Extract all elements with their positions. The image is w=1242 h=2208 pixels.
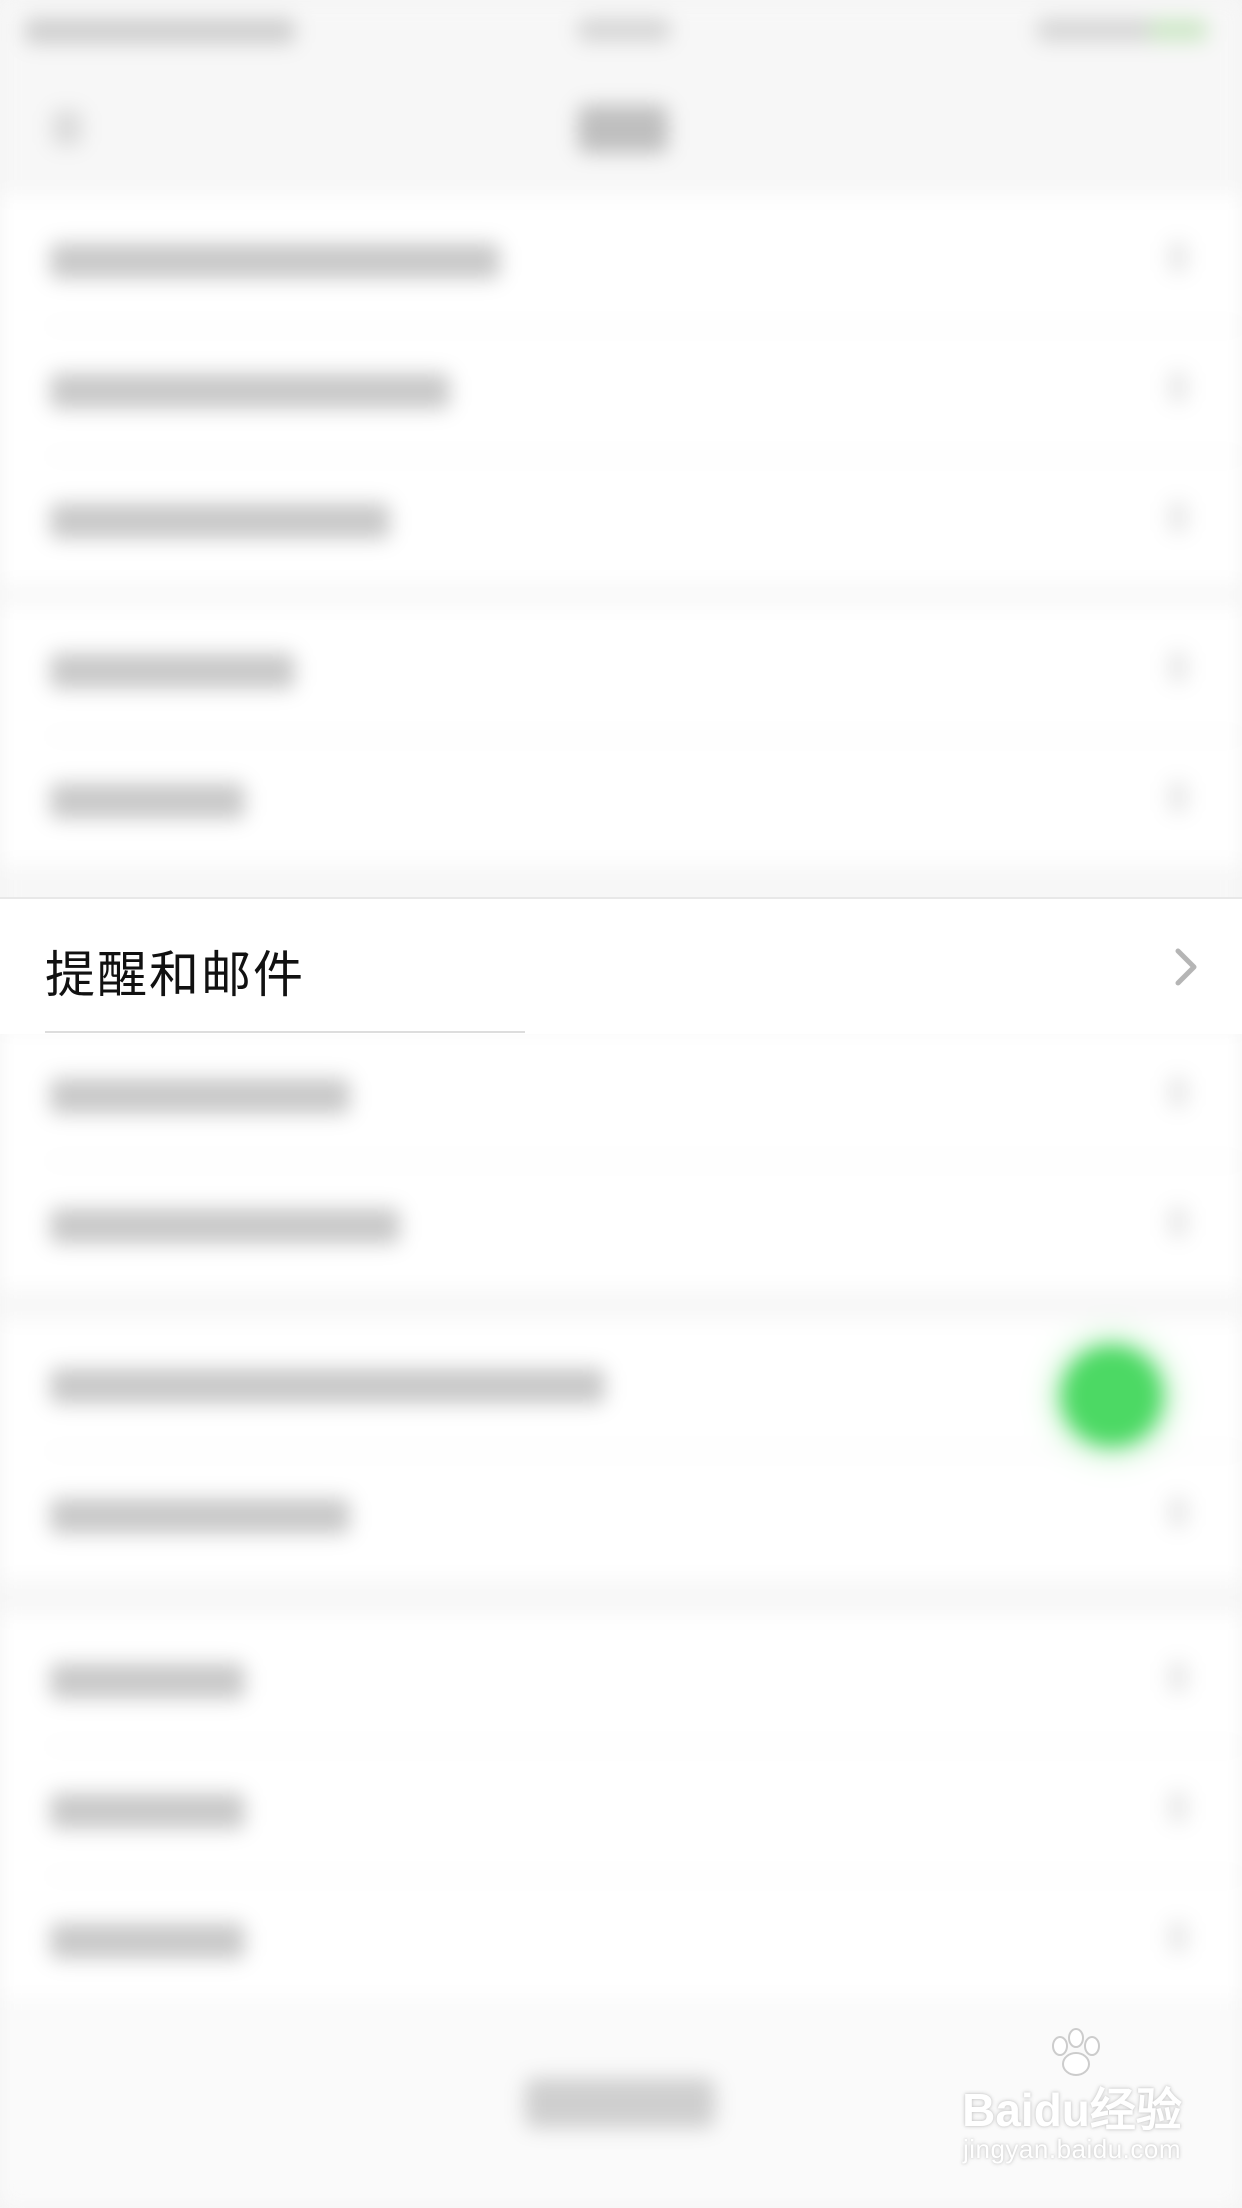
- battery-icon: [1149, 18, 1207, 42]
- paw-icon: [1046, 2028, 1106, 2078]
- chevron-right-icon: [1169, 1076, 1187, 1108]
- chevron-right-icon: [1169, 501, 1187, 533]
- baidu-jingyan-watermark: Baidu经验 jingyan.baidu.com: [952, 2028, 1192, 2178]
- watermark-logo-text: Baidu经验: [962, 2084, 1182, 2136]
- settings-row-reminders-and-mail[interactable]: 提醒和邮件: [0, 897, 1242, 1034]
- row-label: [50, 1368, 605, 1404]
- row-label: [50, 783, 245, 819]
- row-label: [50, 1498, 350, 1534]
- settings-group-4: [0, 1320, 1242, 1580]
- settings-row[interactable]: [0, 1875, 1242, 2005]
- row-label: [50, 243, 500, 279]
- chevron-right-icon: [1169, 241, 1187, 273]
- back-icon[interactable]: [52, 110, 82, 146]
- status-carrier: [25, 18, 295, 44]
- settings-row[interactable]: [0, 605, 1242, 735]
- settings-row[interactable]: [0, 735, 1242, 865]
- row-label: [50, 1078, 350, 1114]
- chevron-right-icon: [1169, 781, 1187, 813]
- row-label: [50, 373, 450, 409]
- settings-screen: 提醒和邮件 Baidu经验 jingyan.baidu.com: [0, 0, 1242, 2208]
- watermark-url: jingyan.baidu.com: [962, 2134, 1182, 2164]
- settings-group-1: [0, 195, 1242, 585]
- chevron-right-icon: [1169, 1496, 1187, 1528]
- chevron-right-icon: [1169, 651, 1187, 683]
- settings-group-3: [0, 1030, 1242, 1290]
- row-divider: [45, 1031, 525, 1033]
- settings-group-5: [0, 1615, 1242, 2005]
- row-label: [50, 1923, 245, 1959]
- settings-row[interactable]: [0, 325, 1242, 455]
- status-time: [578, 18, 670, 42]
- blurred-background: [0, 0, 1242, 2208]
- settings-row-label: 提醒和邮件: [45, 946, 305, 1004]
- settings-group-2: [0, 605, 1242, 865]
- settings-row[interactable]: [0, 1450, 1242, 1580]
- chevron-right-icon: [1169, 1206, 1187, 1238]
- settings-row[interactable]: [0, 195, 1242, 325]
- row-label: [50, 1793, 245, 1829]
- status-bar: [0, 0, 1242, 70]
- chevron-right-icon: [1169, 1921, 1187, 1953]
- navigation-bar: [0, 70, 1242, 190]
- settings-row[interactable]: [0, 1615, 1242, 1745]
- settings-row[interactable]: [0, 455, 1242, 585]
- row-label: [50, 1663, 245, 1699]
- settings-row[interactable]: [0, 1030, 1242, 1160]
- chevron-right-icon: [1174, 945, 1198, 989]
- toggle-switch[interactable]: [1062, 1346, 1162, 1446]
- chevron-right-icon: [1169, 1661, 1187, 1693]
- row-label: [50, 503, 390, 539]
- settings-row[interactable]: [0, 1745, 1242, 1875]
- settings-row[interactable]: [0, 1160, 1242, 1290]
- settings-row[interactable]: [0, 1320, 1242, 1450]
- chevron-right-icon: [1169, 1791, 1187, 1823]
- row-label: [50, 653, 295, 689]
- page-title: [578, 105, 668, 153]
- chevron-right-icon: [1169, 371, 1187, 403]
- row-label: [50, 1208, 400, 1244]
- bottom-button[interactable]: [525, 2078, 715, 2128]
